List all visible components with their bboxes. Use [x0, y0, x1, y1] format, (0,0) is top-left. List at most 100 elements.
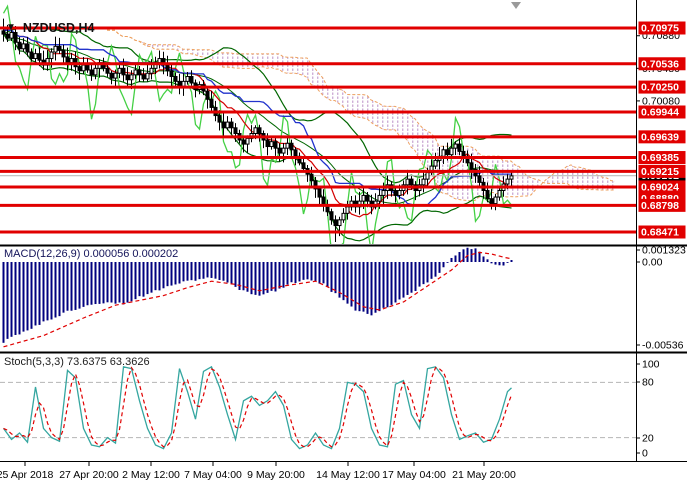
- macd-bar: [191, 262, 193, 280]
- macd-bar: [159, 262, 161, 290]
- macd-bar: [59, 262, 61, 316]
- macd-bar: [71, 262, 73, 311]
- candle-body: [130, 75, 133, 80]
- candle-body: [78, 67, 81, 71]
- candle-body: [146, 73, 149, 79]
- stoch-k-line: [4, 367, 512, 449]
- candle-body: [30, 52, 33, 59]
- main-macd-divider: [0, 245, 687, 247]
- level-price-box-label: 0.69215: [641, 166, 679, 178]
- macd-bar: [235, 262, 237, 287]
- macd-bar: [343, 262, 345, 300]
- candle-body: [50, 52, 53, 59]
- candle-body: [282, 148, 285, 153]
- macd-bar: [223, 262, 225, 281]
- stoch-label: Stoch(5,3,3) 73.6375 63.3626: [4, 356, 150, 368]
- macd-bar: [507, 262, 509, 263]
- macd-bar: [459, 252, 461, 262]
- candle-body: [458, 144, 461, 151]
- macd-bar: [503, 262, 505, 266]
- macd-bar: [427, 262, 429, 282]
- candle-body: [258, 128, 261, 134]
- macd-bar: [331, 262, 333, 292]
- candle-body: [86, 65, 89, 70]
- candle-body: [166, 65, 169, 71]
- stoch-panel[interactable]: [0, 367, 636, 449]
- macd-bar: [335, 262, 337, 293]
- candle-body: [338, 220, 341, 226]
- candle-body: [110, 73, 113, 78]
- macd-bar: [419, 262, 421, 287]
- candle-body: [478, 176, 481, 183]
- macd-bar: [99, 262, 101, 304]
- macd-bar: [495, 262, 497, 265]
- macd-bar: [131, 262, 133, 301]
- candle-body: [230, 122, 233, 128]
- candle-body: [18, 42, 21, 49]
- macd-bar: [163, 262, 165, 288]
- candle-body: [410, 179, 413, 185]
- macd-bar: [211, 262, 213, 278]
- macd-bar: [383, 262, 385, 308]
- macd-bar: [79, 262, 81, 309]
- macd-bar: [511, 260, 513, 262]
- candle-body: [498, 191, 501, 198]
- candle-body: [494, 197, 497, 204]
- scroll-marker-icon[interactable]: [511, 2, 521, 9]
- candle-body: [66, 57, 69, 63]
- candle-body: [234, 128, 237, 134]
- macd-bar: [307, 262, 309, 279]
- time-axis[interactable]: 25 Apr 201827 Apr 20:002 May 12:007 May …: [0, 462, 516, 481]
- macd-bar: [255, 262, 257, 295]
- time-axis-label: 9 May 20:00: [247, 469, 305, 481]
- level-price-box-label: 0.70975: [641, 23, 679, 35]
- level-lines-layer: [0, 28, 636, 232]
- macd-bar: [403, 262, 405, 298]
- macd-bar: [399, 262, 401, 299]
- macd-bar: [115, 262, 117, 304]
- macd-bar: [371, 262, 373, 315]
- macd-bar: [51, 262, 53, 319]
- candle-body: [90, 70, 93, 75]
- macd-bar: [415, 262, 417, 291]
- macd-bar: [287, 262, 289, 284]
- macd-bar: [27, 262, 29, 330]
- macd-bar: [23, 262, 25, 332]
- candle-body: [470, 163, 473, 170]
- candle-body: [286, 143, 289, 148]
- main-panel[interactable]: [0, 6, 636, 253]
- level-price-box-label: 0.68798: [641, 200, 679, 212]
- macd-bar: [327, 262, 329, 287]
- macd-bar: [203, 262, 205, 279]
- macd-bar: [75, 262, 77, 310]
- macd-bar: [499, 262, 501, 265]
- stoch-scale-label: 0: [642, 448, 648, 460]
- candle-body: [106, 68, 109, 73]
- candle-body: [142, 75, 145, 79]
- macd-bar: [263, 262, 265, 294]
- macd-bar: [483, 256, 485, 262]
- candle-body: [174, 76, 177, 81]
- candle-body: [210, 99, 213, 107]
- time-axis-label: 25 Apr 2018: [0, 469, 53, 481]
- macd-bar: [387, 262, 389, 307]
- macd-bar: [123, 262, 125, 304]
- macd-panel[interactable]: [3, 248, 513, 347]
- price-scale[interactable]: 0.708800.704800.700800.691620.688800.709…: [636, 22, 686, 460]
- macd-bar: [303, 262, 305, 280]
- macd-bar: [175, 262, 177, 284]
- macd-bar: [379, 262, 381, 311]
- candle-body: [454, 144, 457, 148]
- macd-bar: [91, 262, 93, 305]
- symbol-marker-icon[interactable]: ▼: [6, 23, 16, 33]
- macd-bar: [7, 262, 9, 339]
- candle-body: [114, 73, 117, 78]
- macd-bar: [107, 262, 109, 302]
- candle-body: [158, 59, 161, 63]
- chart-canvas[interactable]: 0.708800.704800.700800.691620.688800.709…: [0, 0, 687, 488]
- macd-bar: [391, 262, 393, 305]
- stoch-scale-label: 80: [642, 377, 654, 389]
- macd-bar: [439, 262, 441, 273]
- chart-window: 0.708800.704800.700800.691620.688800.709…: [0, 0, 687, 488]
- macd-bar: [407, 262, 409, 295]
